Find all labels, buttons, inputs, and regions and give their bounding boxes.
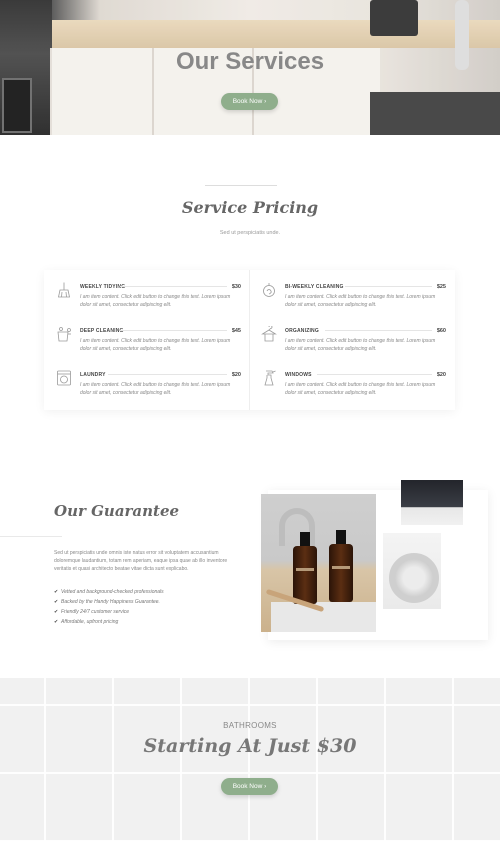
item-description: I am item content. Click edit button to … (285, 382, 436, 396)
check-icon: ✔ (54, 589, 59, 595)
pricing-item: WEEKLY TIDYING $30 I am item content. Cl… (56, 282, 241, 320)
item-name: BI-WEEKLY CLEANING (285, 284, 344, 290)
item-name: DEEP CLEANING (80, 328, 124, 334)
guarantee-text: Sed ut perspiciatis unde omnis iste natu… (54, 550, 228, 572)
item-name: LAUNDRY (80, 372, 106, 378)
washing-machine-photo (383, 533, 441, 609)
washing-machine-icon (57, 370, 71, 386)
bathrooms-section: BATHROOMS Starting At Just $30 Book Now … (0, 678, 500, 841)
pricing-title: Service Pricing (181, 198, 319, 217)
pricing-item: WINDOWS $20 I am item content. Click edi… (261, 370, 446, 408)
hero-section: Our Services Book Now › (0, 0, 500, 135)
list-item: ✔ Friendly 24/7 customer service (54, 609, 130, 615)
bathrooms-label: BATHROOMS (223, 721, 277, 730)
pricing-item: ORGANIZING $60 I am item content. Click … (261, 326, 446, 364)
cleaning-spray-icon (263, 283, 275, 297)
pricing-item: LAUNDRY $20 I am item content. Click edi… (56, 370, 241, 408)
bucket-icon (57, 327, 71, 342)
item-description: I am item content. Click edit button to … (285, 338, 436, 352)
laundry-towels-photo (401, 480, 463, 525)
cleaning-bottles-photo (261, 494, 376, 632)
item-price: $20 (436, 372, 446, 378)
item-price: $45 (231, 328, 241, 334)
list-item: ✔ Vetted and background-checked professio… (54, 589, 164, 595)
bathrooms-book-now-button[interactable]: Book Now › (221, 778, 278, 795)
pricing-divider (205, 185, 277, 186)
hero-title: Our Services (175, 48, 325, 75)
spray-bottle-icon (264, 370, 276, 386)
item-price: $60 (436, 328, 446, 334)
pricing-item: BI-WEEKLY CLEANING $25 I am item content… (261, 282, 446, 320)
item-description: I am item content. Click edit button to … (80, 294, 231, 308)
pricing-item: DEEP CLEANING $45 I am item content. Cli… (56, 326, 241, 364)
item-name: WINDOWS (285, 372, 312, 378)
item-price: $20 (231, 372, 241, 378)
list-item: ✔ Backed by the Handy Happiness Guarantee… (54, 599, 160, 605)
item-name: ORGANIZING (285, 328, 319, 334)
item-description: I am item content. Click edit button to … (285, 294, 436, 308)
item-name: WEEKLY TIDYING (80, 284, 126, 290)
guarantee-title: Our Guarantee (54, 502, 180, 520)
check-icon: ✔ (54, 599, 59, 605)
item-description: I am item content. Click edit button to … (80, 338, 231, 352)
item-price: $30 (231, 284, 241, 290)
guarantee-list: ✔ Vetted and background-checked professio… (54, 587, 164, 627)
check-icon: ✔ (54, 619, 59, 625)
pricing-subtitle: Sed ut perspiciatis unde. (219, 230, 281, 236)
bathrooms-title: Starting At Just $30 (143, 735, 357, 757)
guarantee-divider (0, 536, 62, 537)
check-icon: ✔ (54, 609, 59, 615)
broom-icon (58, 282, 70, 298)
hanger-shirt-icon (261, 326, 277, 342)
pricing-list: WEEKLY TIDYING $30 I am item content. Cl… (44, 270, 455, 410)
item-price: $25 (436, 284, 446, 290)
list-item: ✔ Affordable, upfront pricing (54, 619, 119, 625)
hero-book-now-button[interactable]: Book Now › (221, 93, 278, 110)
item-description: I am item content. Click edit button to … (80, 382, 231, 396)
